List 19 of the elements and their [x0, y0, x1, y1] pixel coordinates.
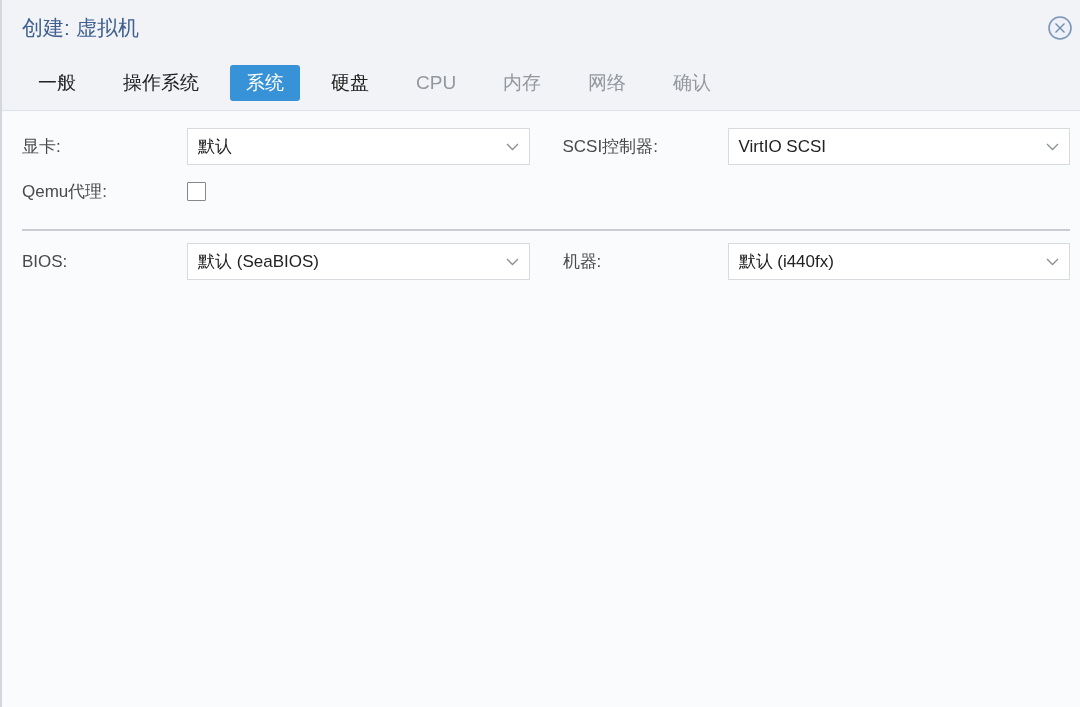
chevron-down-icon: [505, 142, 519, 151]
field-label: BIOS:: [22, 250, 69, 273]
tab[interactable]: 硬盘: [315, 65, 385, 101]
dropdown-select[interactable]: 默认 (i440fx): [727, 243, 1070, 280]
field-label: Qemu代理:: [22, 180, 109, 203]
chevron-down-icon: [1046, 142, 1059, 151]
window-title: 创建: 虚拟机: [22, 15, 139, 41]
dropdown-select[interactable]: VirtIO SCSI: [727, 128, 1070, 165]
tab[interactable]: 操作系统: [107, 65, 215, 101]
chevron-down-icon: [1046, 257, 1059, 266]
field-label: 机器:: [562, 250, 603, 273]
dropdown-select[interactable]: 默认: [187, 128, 530, 165]
checkbox[interactable]: [187, 182, 206, 201]
field-label: 显卡:: [22, 135, 62, 158]
tab[interactable]: 一般: [22, 65, 92, 101]
field-label: SCSI控制器:: [562, 135, 659, 158]
dropdown-select[interactable]: 默认 (SeaBIOS): [187, 243, 530, 280]
close-icon[interactable]: [1048, 16, 1072, 40]
chevron-down-icon: [505, 257, 519, 266]
